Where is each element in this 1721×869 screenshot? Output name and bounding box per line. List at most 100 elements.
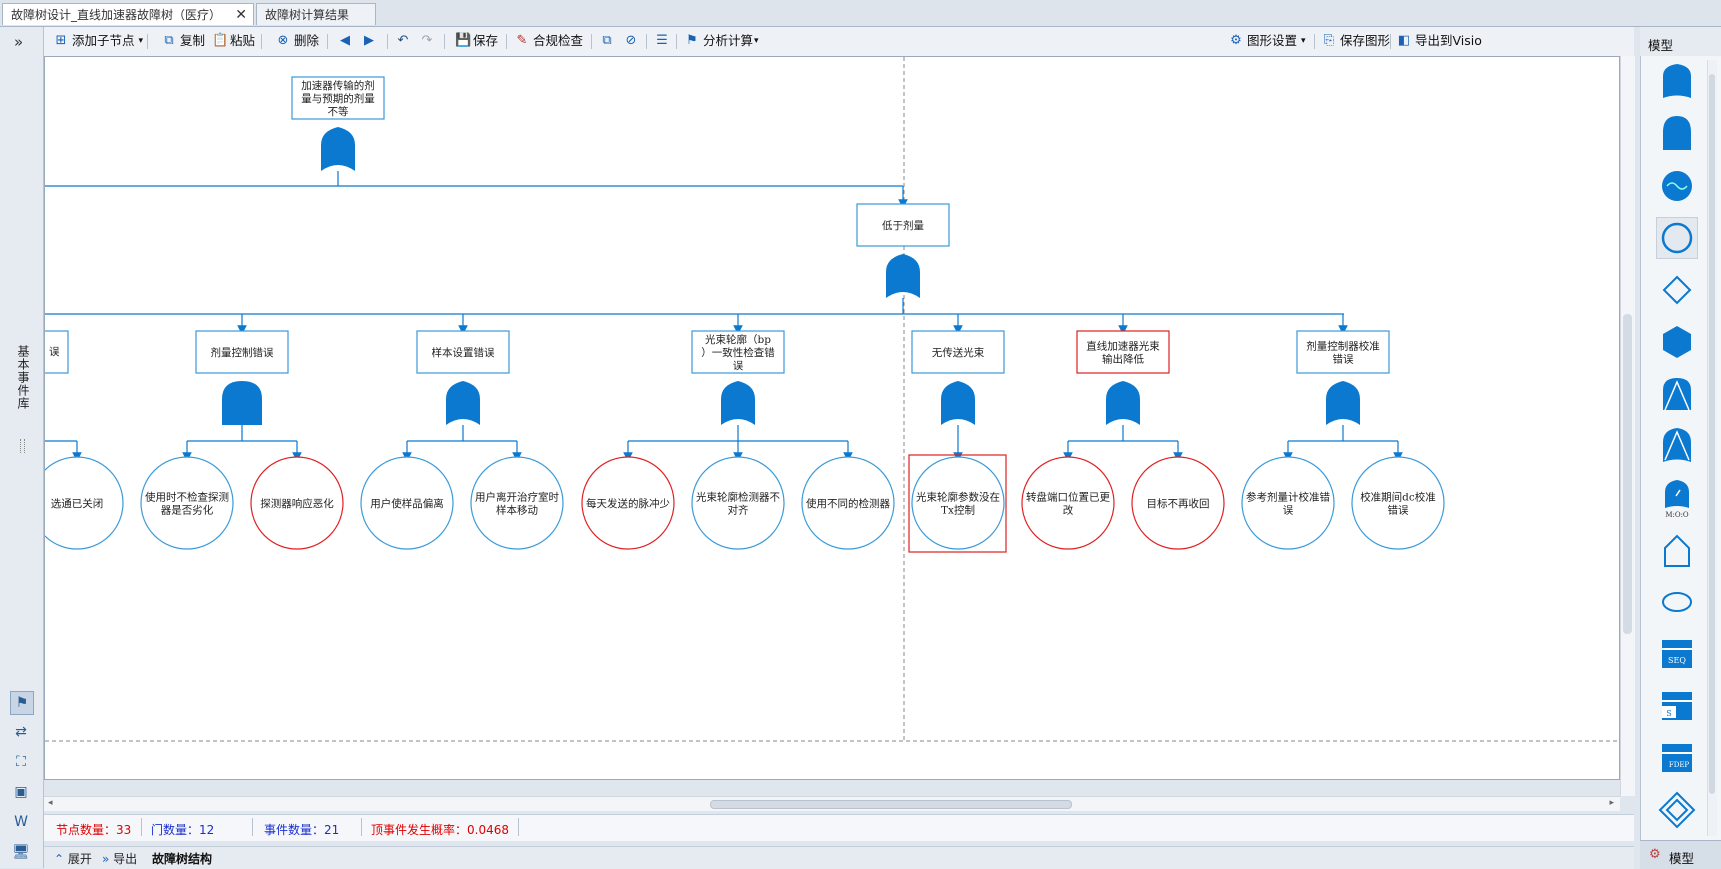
save-button[interactable]: 💾 保存: [455, 31, 498, 51]
probability-label: 顶事件发生概率：: [371, 823, 468, 837]
hide-view-button[interactable]: ⊘: [624, 31, 638, 51]
or-gate-shape[interactable]: [1657, 62, 1697, 102]
export-visio-label: 导出到Visio: [1415, 33, 1482, 48]
house-event-shape[interactable]: [1657, 530, 1697, 570]
or-gate[interactable]: [1106, 381, 1140, 425]
palette-tab[interactable]: ⚙ 模型: [1640, 840, 1721, 869]
analysis-label: 分析计算: [703, 33, 754, 48]
analysis-button[interactable]: ⚑ 分析计算: [685, 31, 753, 51]
scroll-right-icon[interactable]: ▸: [1609, 798, 1614, 808]
node-text: 使用时不检查探测: [145, 491, 229, 504]
node-text: 改: [1063, 504, 1074, 517]
node-text: 错误: [1388, 504, 1410, 517]
palette-header: 模型: [1640, 27, 1721, 56]
basic-event-library-tab[interactable]: 基本事件库: [10, 345, 32, 410]
collapse-panel-button[interactable]: »: [14, 33, 23, 51]
transfer-shape[interactable]: [1657, 790, 1697, 830]
status-divider: [141, 818, 142, 836]
horizontal-scroll-thumb[interactable]: [710, 800, 1072, 809]
list-view-button[interactable]: ☰: [655, 31, 669, 51]
svg-text:FDEP: FDEP: [1669, 761, 1690, 769]
analysis-dropdown[interactable]: ▾: [754, 31, 759, 51]
node-text: ）一致性检查错: [701, 346, 775, 359]
or-gate[interactable]: [446, 381, 480, 425]
expand-button[interactable]: ⌃ 展开: [54, 850, 92, 867]
export-visio-button[interactable]: ◧ 导出到Visio: [1397, 31, 1482, 51]
or-gate[interactable]: [721, 381, 755, 425]
priority-or-shape[interactable]: [1657, 426, 1697, 466]
node-text: 样本设置错误: [432, 346, 495, 359]
flag-icon[interactable]: ⚑: [10, 691, 34, 715]
hide-icon: ⊘: [625, 33, 637, 48]
undo-button[interactable]: ↶: [396, 31, 410, 51]
word-icon[interactable]: W: [10, 811, 32, 833]
fdep-gate-shape[interactable]: FDEP: [1657, 738, 1697, 778]
node-text: 样本移动: [496, 504, 538, 517]
tab-fault-tree-design[interactable]: 故障树设计_直线加速器故障树（医疗） ✕: [2, 3, 254, 25]
palette-scrollbar[interactable]: [1707, 60, 1717, 836]
xor-gate-shape[interactable]: [1657, 166, 1697, 206]
paste-button[interactable]: 📋 粘贴: [212, 31, 255, 51]
swap-icon[interactable]: ⇄: [10, 721, 32, 743]
priority-and-shape[interactable]: [1657, 374, 1697, 414]
add-child-node-button[interactable]: ⊞ 添加子节点 ▾: [54, 31, 144, 51]
spare-gate-shape[interactable]: S: [1657, 686, 1697, 726]
export-button[interactable]: » 导出: [102, 850, 137, 867]
move-right-button[interactable]: ▶: [362, 31, 376, 51]
seq-gate-shape[interactable]: SEQ: [1657, 634, 1697, 674]
and-gate-shape[interactable]: [1657, 114, 1697, 154]
gate-count-value: 12: [199, 823, 215, 837]
move-left-button[interactable]: ◀: [338, 31, 352, 51]
node-text: Tx控制: [941, 504, 975, 517]
toolbar-divider: [147, 34, 148, 49]
chevron-down-icon: ▾: [754, 36, 759, 46]
splitter-handle[interactable]: [20, 439, 25, 453]
copy-button[interactable]: ⧉ 复制: [162, 31, 205, 51]
toolbar-divider: [261, 34, 262, 49]
conditional-event-shape[interactable]: [1657, 582, 1697, 622]
delete-button[interactable]: ⊗ 删除: [276, 31, 319, 51]
node-text: 对齐: [728, 504, 749, 517]
close-icon[interactable]: ✕: [235, 4, 247, 26]
node-text: 每天发送的脉冲少: [586, 497, 670, 510]
and-gate[interactable]: [222, 381, 262, 425]
basic-event-shape[interactable]: [1656, 217, 1698, 259]
paste-label: 粘贴: [230, 33, 256, 48]
graph-settings-dropdown[interactable]: ▾: [1301, 31, 1306, 51]
horizontal-scrollbar[interactable]: ◂ ▸: [44, 796, 1620, 811]
overlap-view-button[interactable]: ⧉: [600, 31, 614, 51]
hexagon-inhibit-shape[interactable]: [1657, 322, 1697, 362]
save-graph-label: 保存图形: [1340, 33, 1391, 48]
fault-tree-canvas[interactable]: 加速器传输的剂 量与预期的剂量 不等 低于剂量误选通已关闭 剂量控制错误 使用时不检查探测…: [44, 56, 1620, 780]
fault-tree-structure-tab[interactable]: 故障树结构: [152, 850, 212, 867]
or-gate[interactable]: [1326, 381, 1360, 425]
export-label: 导出: [113, 852, 138, 866]
monitor-icon[interactable]: 🖥: [10, 841, 32, 863]
node-text: 探测器响应恶化: [260, 497, 334, 510]
fit-view-icon[interactable]: ⛶: [10, 751, 32, 773]
voting-gate-shape[interactable]: M:O:O: [1657, 478, 1697, 519]
vertical-scroll-thumb[interactable]: [1623, 314, 1632, 634]
scroll-left-icon[interactable]: ◂: [48, 798, 53, 808]
node-text: 加速器传输的剂: [301, 79, 375, 92]
vertical-scrollbar[interactable]: [1620, 56, 1635, 796]
layout-icon[interactable]: ▣: [10, 781, 32, 803]
svg-text:M:O:O: M:O:O: [1665, 511, 1689, 518]
toolbar-divider: [327, 34, 328, 49]
graph-settings-button[interactable]: ⚙ 图形设置: [1229, 31, 1297, 51]
compliance-label: 合规检查: [533, 33, 584, 48]
undeveloped-event-shape[interactable]: [1657, 270, 1697, 310]
node-text: 参考剂量计校准错: [1246, 491, 1330, 504]
or-gate[interactable]: [886, 254, 920, 298]
or-gate[interactable]: [321, 127, 355, 171]
bottom-bar: ⌃ 展开 » 导出 故障树结构: [44, 846, 1634, 869]
palette-scroll-thumb[interactable]: [1709, 74, 1715, 794]
add-child-label: 添加子节点: [72, 33, 135, 48]
palette-title: 模型: [1648, 38, 1674, 53]
or-gate[interactable]: [941, 381, 975, 425]
gear-icon: ⚙: [1230, 33, 1242, 48]
compliance-check-button[interactable]: ✎ 合规检查: [515, 31, 583, 51]
save-graph-button[interactable]: ⎘ 保存图形: [1322, 31, 1390, 51]
tab-calc-results[interactable]: 故障树计算结果: [256, 3, 376, 25]
redo-button[interactable]: ↷: [420, 31, 434, 51]
